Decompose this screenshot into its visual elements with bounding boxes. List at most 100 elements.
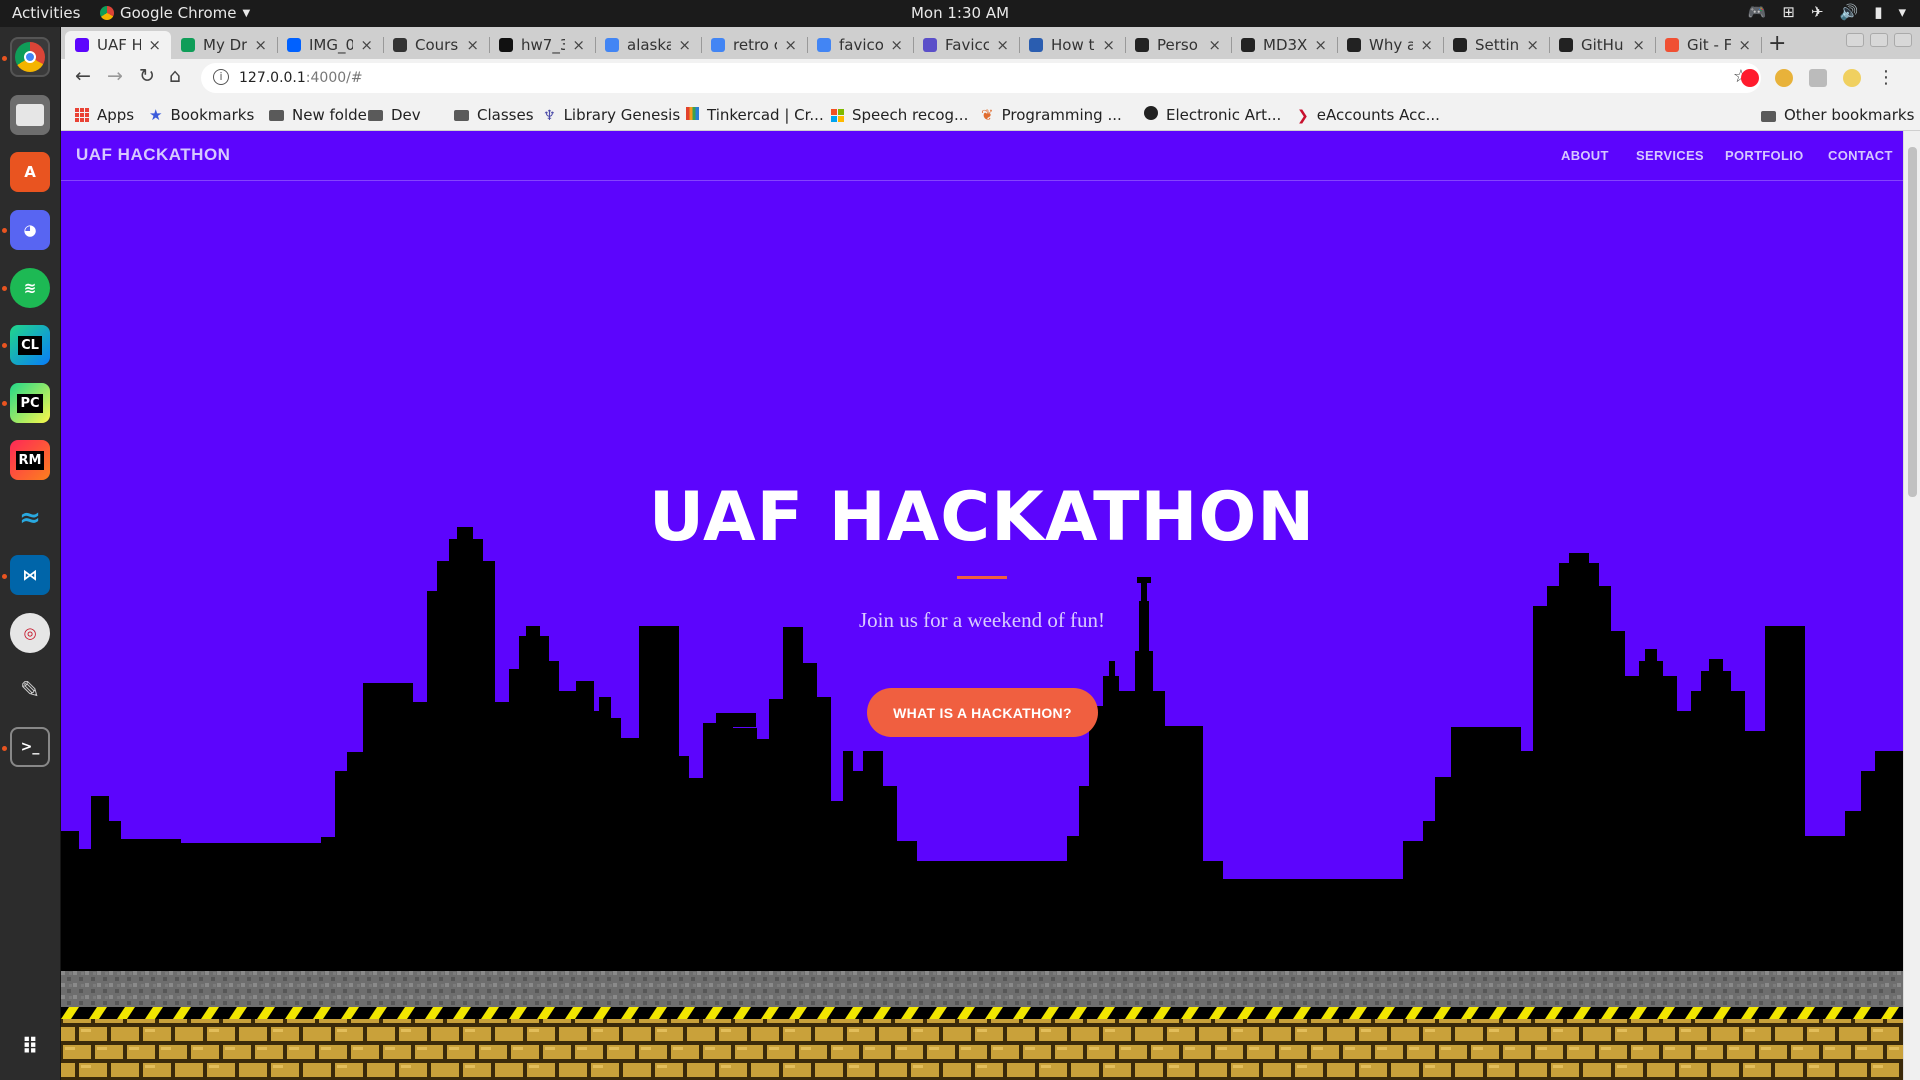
network-icon[interactable]: ⊞ xyxy=(1782,3,1795,21)
gimp-icon[interactable]: ✎ xyxy=(10,670,50,710)
close-tab-icon[interactable]: × xyxy=(466,36,479,54)
bookmark-item[interactable]: ❦ Programming ... xyxy=(981,106,1122,124)
browser-tab[interactable]: Git - Fi × xyxy=(1655,31,1762,59)
spotify-icon[interactable]: ≋ xyxy=(10,268,50,308)
what-is-hackathon-button[interactable]: WHAT IS A HACKATHON? xyxy=(867,688,1098,737)
maximize-button[interactable] xyxy=(1870,33,1888,47)
site-info-icon[interactable]: i xyxy=(213,69,229,85)
rubymine-icon[interactable]: RM xyxy=(10,440,50,480)
close-tab-icon[interactable]: × xyxy=(148,36,161,54)
bookmark-item[interactable]: ♆ Library Genesis xyxy=(543,106,680,124)
browser-tab[interactable]: How t × xyxy=(1019,31,1126,59)
browser-tab[interactable]: Settin × xyxy=(1443,31,1550,59)
browser-tab[interactable]: Why a × xyxy=(1337,31,1444,59)
browser-tab[interactable]: Perso × xyxy=(1125,31,1232,59)
chrome-icon[interactable] xyxy=(10,37,50,77)
pycharm-icon[interactable]: PC xyxy=(10,383,50,423)
close-tab-icon[interactable]: × xyxy=(1738,36,1751,54)
software-center-icon[interactable]: A xyxy=(10,152,50,192)
folder-icon xyxy=(269,106,284,124)
browser-tab[interactable]: GitHu × xyxy=(1549,31,1656,59)
browser-tab[interactable]: retro c × xyxy=(701,31,808,59)
close-tab-icon[interactable]: × xyxy=(1526,36,1539,54)
bookmark-item[interactable]: Speech recog... xyxy=(831,106,968,124)
browser-tab[interactable]: Cours × xyxy=(383,31,490,59)
nav-link-services[interactable]: SERVICES xyxy=(1636,148,1704,163)
close-window-button[interactable] xyxy=(1894,33,1912,47)
browser-toolbar: ← → ↻ ⌂ i 127.0.0.1:4000/# ☆ ⋮ xyxy=(61,59,1920,97)
other-bookmarks[interactable]: Other bookmarks xyxy=(1761,106,1914,124)
close-tab-icon[interactable]: × xyxy=(254,36,267,54)
shotwell-icon[interactable]: ◎ xyxy=(10,613,50,653)
volume-icon[interactable]: 🔊 xyxy=(1840,3,1859,21)
bookmark-item[interactable]: ★ Bookmarks xyxy=(149,106,254,124)
bookmark-item[interactable]: ❯ eAccounts Acc... xyxy=(1297,106,1440,124)
bookmark-label: Programming ... xyxy=(1001,106,1122,124)
battery-icon[interactable]: ▮ xyxy=(1874,3,1882,21)
clion-icon[interactable]: CL xyxy=(10,325,50,365)
bookmark-item[interactable]: Dev xyxy=(368,106,421,124)
profile-avatar-icon[interactable] xyxy=(1843,68,1861,87)
close-tab-icon[interactable]: × xyxy=(996,36,1009,54)
page-scrollbar[interactable] xyxy=(1903,131,1920,1080)
browser-tab[interactable]: My Dr × xyxy=(171,31,278,59)
browser-tab[interactable]: favico × xyxy=(807,31,914,59)
close-tab-icon[interactable]: × xyxy=(890,36,903,54)
nav-link-about[interactable]: ABOUT xyxy=(1561,148,1609,163)
bookmark-item[interactable]: New folder xyxy=(269,106,373,124)
forward-arrow-icon[interactable]: → xyxy=(107,65,123,87)
terminal-icon[interactable]: >_ xyxy=(10,727,50,767)
browser-tab[interactable]: Favicc × xyxy=(913,31,1020,59)
system-tray[interactable]: 🎮 ⊞ ✈ 🔊 ▮ ▾ xyxy=(1748,3,1906,21)
files-icon[interactable] xyxy=(10,95,50,135)
site-brand-link[interactable]: UAF HACKATHON xyxy=(76,145,230,165)
close-tab-icon[interactable]: × xyxy=(784,36,797,54)
bookmark-item[interactable]: Classes xyxy=(454,106,534,124)
discord-tray-icon[interactable]: 🎮 xyxy=(1748,3,1767,21)
back-arrow-icon[interactable]: ← xyxy=(75,65,91,87)
show-apps-icon[interactable]: ⠿ xyxy=(10,1027,50,1067)
bookmark-item[interactable]: Tinkercad | Cr... xyxy=(686,106,824,124)
dolphin-icon[interactable]: ≈ xyxy=(10,498,50,538)
reload-icon[interactable]: ↻ xyxy=(139,65,155,87)
tab-favicon-icon xyxy=(711,38,725,52)
airplane-icon[interactable]: ✈ xyxy=(1811,3,1824,21)
cast-extension-icon[interactable] xyxy=(1809,68,1827,87)
discord-icon[interactable]: ◕ xyxy=(10,210,50,250)
close-tab-icon[interactable]: × xyxy=(1102,36,1115,54)
close-tab-icon[interactable]: × xyxy=(1632,36,1645,54)
browser-tab[interactable]: UAF H × xyxy=(65,31,171,59)
new-tab-button[interactable]: + xyxy=(1768,31,1786,56)
close-tab-icon[interactable]: × xyxy=(1420,36,1433,54)
bookmark-item[interactable]: Electronic Art... xyxy=(1144,106,1281,124)
browser-tab[interactable]: MD3X × xyxy=(1231,31,1338,59)
running-indicator xyxy=(2,286,7,291)
menu-kebab-icon[interactable]: ⋮ xyxy=(1877,67,1895,88)
cookie-extension-icon[interactable] xyxy=(1775,68,1793,87)
other-bookmarks-label: Other bookmarks xyxy=(1784,106,1915,124)
activities-button[interactable]: Activities xyxy=(12,4,80,22)
browser-tab[interactable]: IMG_0 × xyxy=(277,31,384,59)
close-tab-icon[interactable]: × xyxy=(572,36,585,54)
minimize-button[interactable] xyxy=(1846,33,1864,47)
app-menu[interactable]: Google Chrome ▼ xyxy=(100,4,250,22)
close-tab-icon[interactable]: × xyxy=(360,36,373,54)
browser-tab[interactable]: hw7_3 × xyxy=(489,31,596,59)
address-bar[interactable]: i 127.0.0.1:4000/# ☆ xyxy=(201,63,1761,93)
scrollbar-thumb[interactable] xyxy=(1908,147,1917,497)
close-tab-icon[interactable]: × xyxy=(1208,36,1221,54)
opera-extension-icon[interactable] xyxy=(1741,68,1759,87)
tab-favicon-icon xyxy=(1135,38,1149,52)
close-tab-icon[interactable]: × xyxy=(1314,36,1327,54)
power-menu-icon[interactable]: ▾ xyxy=(1898,3,1906,21)
clock[interactable]: Mon 1:30 AM xyxy=(911,4,1009,22)
close-tab-icon[interactable]: × xyxy=(678,36,691,54)
app-menu-label: Google Chrome xyxy=(120,4,237,22)
hero-title: UAF HACKATHON xyxy=(648,478,1316,557)
nav-link-portfolio[interactable]: PORTFOLIO xyxy=(1725,148,1804,163)
browser-tab[interactable]: alaska × xyxy=(595,31,702,59)
bookmark-item[interactable]: Apps xyxy=(75,106,134,124)
home-icon[interactable]: ⌂ xyxy=(169,65,181,87)
vscode-icon[interactable]: ⋈ xyxy=(10,555,50,595)
nav-link-contact[interactable]: CONTACT xyxy=(1828,148,1893,163)
